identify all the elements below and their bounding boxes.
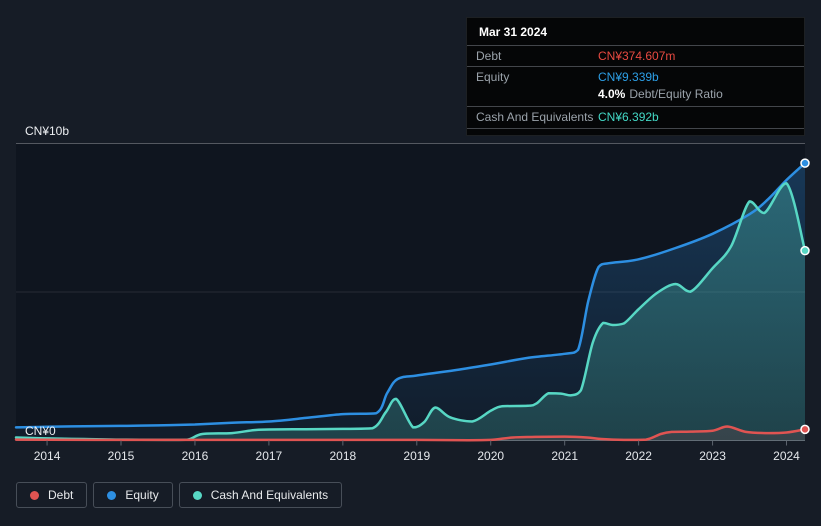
x-axis-label-2020: 2020 (477, 449, 505, 463)
legend-item-cash[interactable]: Cash And Equivalents (178, 482, 343, 508)
tooltip-cash-label: Cash And Equivalents (476, 110, 594, 124)
x-axis-label-2014: 2014 (33, 449, 61, 463)
tooltip-debt-label: Debt (476, 49, 502, 63)
debt-equity-history-page: CN¥10b CN¥0 2014 2015 2016 2017 2018 2019 2020… (0, 0, 821, 526)
tooltip-cash-row: Cash And Equivalents CN¥6.392b (467, 106, 804, 127)
x-axis-label-2016: 2016 (181, 449, 209, 463)
x-axis-label-2024: 2024 (773, 449, 800, 463)
legend-item-debt[interactable]: Debt (16, 482, 88, 508)
legend-cash-label: Cash And Equivalents (210, 488, 329, 502)
legend-item-equity[interactable]: Equity (93, 482, 173, 508)
x-axis-label-2022: 2022 (625, 449, 652, 463)
x-axis-label-2017: 2017 (255, 449, 283, 463)
x-axis-label-2018: 2018 (329, 449, 357, 463)
tooltip-debt-row: Debt CN¥374.607m (467, 45, 804, 66)
x-axis-label-2023: 2023 (699, 449, 726, 463)
legend-debt-label: Debt (48, 488, 74, 502)
x-axis-label-2021: 2021 (551, 449, 579, 463)
tooltip-debt-value: CN¥374.607m (598, 49, 676, 63)
cash-legend-dot-icon (192, 490, 202, 500)
y-axis-zero-label: CN¥0 (25, 424, 56, 438)
debt-legend-dot-icon (30, 490, 39, 500)
x-axis-label-2019: 2019 (403, 449, 431, 463)
tooltip-panel: Mar 31 2024 Debt CN¥374.607m Equity CN¥9… (466, 17, 805, 136)
tooltip-bottom-divider (467, 128, 804, 129)
tooltip-equity-value: CN¥9.339b (598, 70, 659, 84)
tooltip-ratio-row: 4.0% Debt/Equity Ratio (467, 87, 804, 106)
legend-equity-label: Equity (125, 488, 159, 502)
equity-legend-dot-icon (107, 490, 117, 500)
tooltip-equity-label: Equity (476, 70, 510, 84)
chart-legend: Debt Equity Cash And Equivalents (16, 482, 343, 508)
tooltip-ratio-label: Debt/Equity Ratio (629, 87, 723, 101)
x-axis-label-2015: 2015 (107, 449, 135, 463)
y-axis-max-label: CN¥10b (25, 124, 70, 138)
tooltip-equity-row: Equity CN¥9.339b (467, 66, 804, 87)
tooltip-cash-value: CN¥6.392b (598, 110, 659, 124)
tooltip-date: Mar 31 2024 (479, 25, 548, 39)
tooltip-ratio-value: 4.0% (598, 87, 626, 101)
